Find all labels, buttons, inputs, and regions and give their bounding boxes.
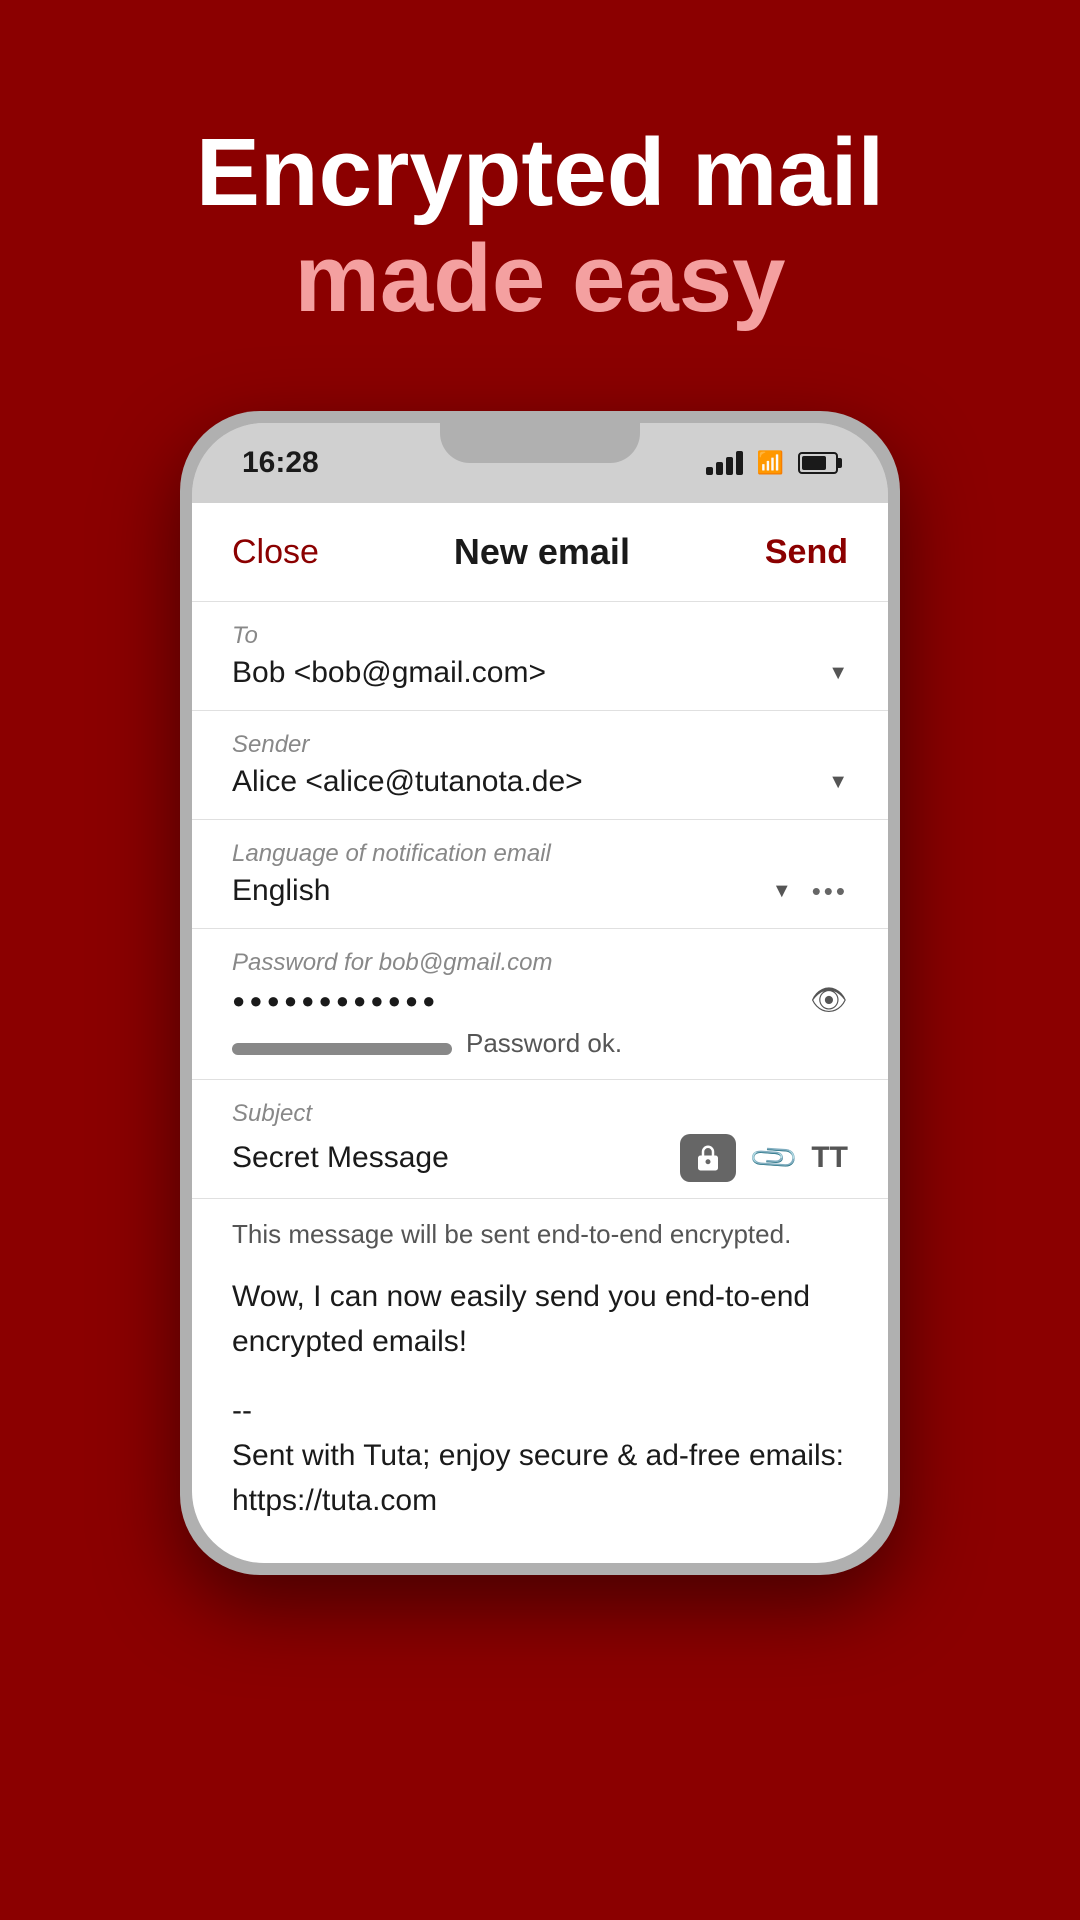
compose-body[interactable]: This message will be sent end-to-end enc… [192,1199,888,1563]
to-value[interactable]: Bob <bob@gmail.com> [232,656,546,690]
sender-label: Sender [232,731,848,759]
subject-row: Secret Message 📎 TT [232,1134,848,1182]
password-value[interactable]: ●●●●●●●●●●●● [232,988,439,1014]
signature-line2: Sent with Tuta; enjoy secure & ad-free e… [232,1439,844,1472]
password-label: Password for bob@gmail.com [232,949,848,977]
sender-value-row: Alice <alice@tutanota.de> ▼ [232,765,848,799]
attach-icon[interactable]: 📎 [746,1131,801,1186]
sender-value[interactable]: Alice <alice@tutanota.de> [232,765,583,799]
battery-icon [798,452,838,474]
sender-field: Sender Alice <alice@tutanota.de> ▼ [192,711,888,820]
to-chevron-icon[interactable]: ▼ [828,662,848,685]
signature-line1: -- [232,1394,252,1427]
wifi-icon: 📶 [757,450,784,476]
compose-title: New email [454,531,630,573]
status-time: 16:28 [242,446,319,480]
signature-url[interactable]: https://tuta.com [232,1484,437,1517]
subject-field: Subject Secret Message 📎 TT [192,1080,888,1199]
font-size-icon[interactable]: TT [811,1141,848,1175]
email-compose: Close New email Send To Bob <bob@gmail.c… [192,503,888,1563]
encryption-notice: This message will be sent end-to-end enc… [232,1219,848,1250]
password-status-row: Password ok. [232,1028,848,1059]
language-value[interactable]: English [232,874,330,908]
show-password-icon[interactable]: 👁 [810,983,848,1018]
notch [440,423,640,463]
language-field: Language of notification email English ▼… [192,820,888,929]
language-chevron-icon[interactable]: ▼ [772,880,792,903]
subject-value[interactable]: Secret Message [232,1141,449,1175]
phone-screen: 16:28 📶 Close New email Send To [192,423,888,1563]
signature: -- Sent with Tuta; enjoy secure & ad-fre… [232,1388,848,1523]
password-strength-bar [232,1043,452,1055]
language-actions: ▼ ••• [772,876,848,907]
body-text[interactable]: Wow, I can now easily send you end-to-en… [232,1274,848,1364]
to-value-row: Bob <bob@gmail.com> ▼ [232,656,848,690]
close-button[interactable]: Close [232,533,319,572]
to-field: To Bob <bob@gmail.com> ▼ [192,602,888,711]
to-label: To [232,622,848,650]
subject-icons: 📎 TT [680,1134,849,1182]
compose-header: Close New email Send [192,503,888,602]
hero-line1: Encrypted mail [196,120,884,226]
subject-label: Subject [232,1100,848,1128]
signal-icon [706,451,743,475]
password-field: Password for bob@gmail.com ●●●●●●●●●●●● … [192,929,888,1080]
status-icons: 📶 [706,450,838,476]
hero-section: Encrypted mail made easy [136,120,944,331]
language-value-row: English ▼ ••• [232,874,848,908]
password-value-row: ●●●●●●●●●●●● 👁 [232,983,848,1018]
hero-line2: made easy [196,226,884,332]
send-button[interactable]: Send [765,533,848,572]
password-ok-text: Password ok. [466,1028,622,1059]
lock-icon[interactable] [680,1134,736,1182]
language-more-icon[interactable]: ••• [812,876,848,907]
language-label: Language of notification email [232,840,848,868]
sender-chevron-icon[interactable]: ▼ [828,771,848,794]
status-bar: 16:28 📶 [192,423,888,503]
phone-mockup: 16:28 📶 Close New email Send To [180,411,900,1575]
